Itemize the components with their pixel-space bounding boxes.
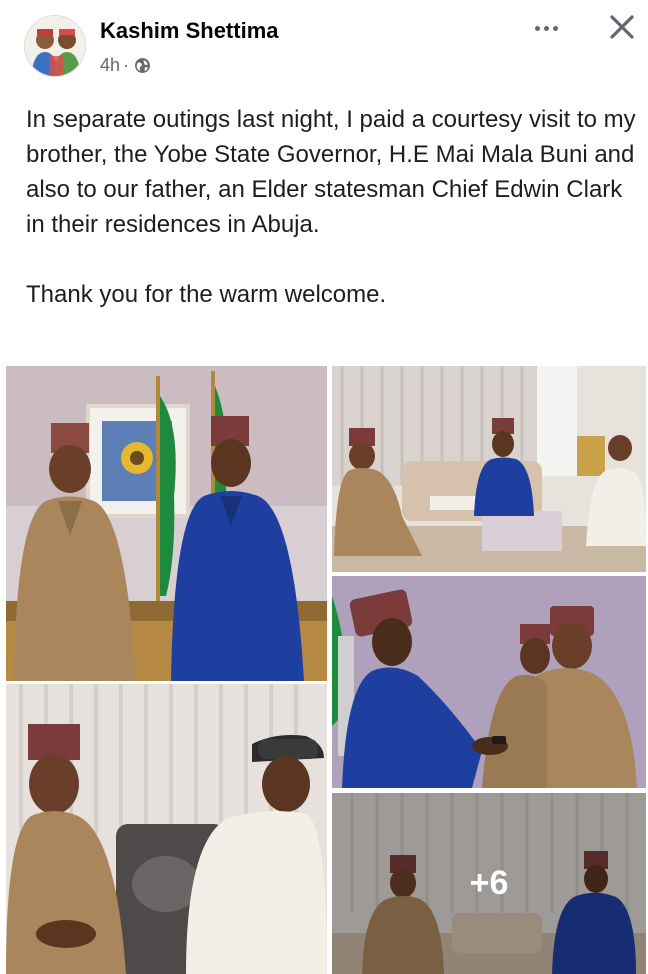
more-dot xyxy=(534,25,540,31)
photo-image xyxy=(6,366,327,681)
post-meta: 4h · xyxy=(100,55,151,76)
photo-image xyxy=(6,684,327,974)
profile-avatar[interactable] xyxy=(24,15,86,77)
photo-2[interactable] xyxy=(332,366,646,572)
photo-5[interactable]: +6 xyxy=(332,793,646,974)
more-dot xyxy=(543,25,549,31)
meta-separator: · xyxy=(123,55,130,75)
photo-3[interactable] xyxy=(332,576,646,788)
author-name[interactable]: Kashim Shettima xyxy=(100,18,279,44)
post-time[interactable]: 4h xyxy=(100,55,120,76)
photo-1[interactable] xyxy=(6,366,327,681)
photo-image xyxy=(332,793,646,974)
avatar-image xyxy=(25,16,85,76)
close-icon[interactable] xyxy=(602,10,642,46)
photo-image xyxy=(332,366,646,572)
post-text: In separate outings last night, I paid a… xyxy=(26,102,636,312)
post-text-paragraph: In separate outings last night, I paid a… xyxy=(26,106,636,238)
photo-4[interactable] xyxy=(6,684,327,974)
photo-image xyxy=(332,576,646,788)
more-dot xyxy=(552,25,558,31)
post-text-paragraph: Thank you for the warm welcome. xyxy=(26,281,387,308)
post-header: Kashim Shettima 4h · xyxy=(0,0,648,92)
more-options-icon[interactable] xyxy=(528,18,564,38)
globe-icon xyxy=(135,58,150,73)
